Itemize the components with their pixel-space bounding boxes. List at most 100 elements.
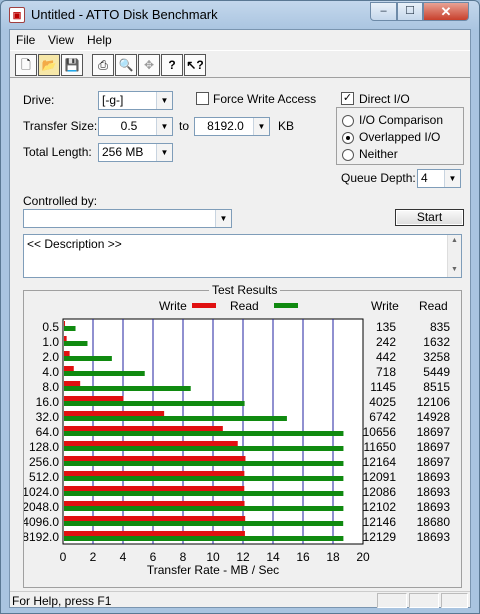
read-value: 18697 [417, 455, 451, 469]
read-value: 18693 [417, 530, 451, 544]
read-bar [64, 431, 344, 436]
drive-select[interactable]: [-g-] ▼ [98, 91, 173, 110]
write-value: 12091 [363, 470, 397, 484]
category-label: 2.0 [42, 350, 59, 364]
write-bar [64, 411, 165, 416]
drive-label: Drive: [23, 93, 55, 107]
category-label: 256.0 [29, 455, 59, 469]
x-tick-label: 2 [90, 550, 97, 564]
save-icon[interactable]: 💾 [61, 54, 83, 76]
print-preview-icon[interactable]: 🔍 [115, 54, 137, 76]
io-comparison-label: I/O Comparison [359, 113, 444, 127]
chevron-down-icon[interactable]: ▼ [444, 170, 460, 187]
write-bar [64, 426, 223, 431]
read-bar [64, 356, 112, 361]
new-icon[interactable]: 🗋 [15, 54, 37, 76]
write-value: 12146 [363, 515, 397, 529]
write-value: 4025 [369, 395, 396, 409]
test-results-group: Test Results Write Read Write Read 0.5 13… [23, 283, 462, 588]
write-value: 1145 [370, 380, 396, 394]
read-value: 18693 [417, 470, 451, 484]
write-bar [64, 396, 124, 401]
write-bar [64, 366, 74, 371]
chevron-down-icon[interactable]: ▼ [215, 210, 231, 227]
description-scrollbar[interactable]: ▲ ▼ [447, 235, 461, 277]
queue-depth-label: Queue Depth: [341, 171, 416, 185]
help-icon[interactable]: ? [161, 54, 183, 76]
legend-read-label: Read [230, 299, 259, 313]
x-tick-label: 16 [296, 550, 310, 564]
menu-bar: File View Help [10, 30, 470, 50]
queue-depth-select[interactable]: 4 ▼ [417, 169, 461, 188]
neither-label: Neither [359, 147, 398, 161]
close-button[interactable]: ✕ [423, 2, 469, 21]
category-label: 4.0 [42, 365, 59, 379]
write-value: 442 [376, 350, 396, 364]
start-button[interactable]: Start [395, 209, 464, 226]
write-value: 242 [376, 335, 396, 349]
status-text: For Help, press F1 [12, 594, 112, 608]
legend-write-swatch [192, 303, 216, 308]
menu-view[interactable]: View [48, 33, 74, 47]
controlled-by-select[interactable]: ▼ [23, 209, 232, 228]
x-tick-label: 20 [356, 550, 370, 564]
x-tick-label: 0 [60, 550, 67, 564]
category-label: 2048.0 [24, 500, 59, 514]
overlapped-io-radio[interactable] [342, 132, 354, 144]
read-bar [64, 326, 76, 331]
write-column-header: Write [371, 299, 399, 313]
minimize-button[interactable]: – [370, 2, 397, 21]
total-length-select[interactable]: 256 MB ▼ [98, 143, 173, 162]
direct-io-checkbox[interactable]: ✓ [341, 92, 354, 105]
read-bar [64, 371, 145, 376]
move-icon[interactable]: ✥ [138, 54, 160, 76]
read-bar [64, 536, 344, 541]
x-tick-label: 18 [326, 550, 340, 564]
x-tick-label: 14 [266, 550, 280, 564]
force-write-checkbox[interactable] [196, 92, 209, 105]
x-axis-label: Transfer Rate - MB / Sec [147, 563, 279, 577]
title-bar[interactable]: ▣ Untitled - ATTO Disk Benchmark – ☐ ✕ [1, 1, 479, 29]
read-bar [64, 476, 344, 481]
chevron-down-icon[interactable]: ▼ [156, 118, 172, 135]
io-comparison-radio[interactable] [342, 115, 354, 127]
neither-radio[interactable] [342, 149, 354, 161]
write-bar [64, 336, 67, 341]
transfer-size-label: Transfer Size: [23, 119, 98, 133]
chevron-down-icon[interactable]: ▼ [156, 92, 172, 109]
open-icon[interactable]: 📂 [38, 54, 60, 76]
read-column-header: Read [419, 299, 448, 313]
write-bar [64, 351, 70, 356]
window-title: Untitled - ATTO Disk Benchmark [31, 7, 218, 22]
write-bar [64, 531, 245, 536]
menu-help[interactable]: Help [87, 33, 112, 47]
overlapped-io-label: Overlapped I/O [359, 130, 441, 144]
write-value: 10656 [363, 425, 397, 439]
write-value: 718 [376, 365, 396, 379]
direct-io-label: Direct I/O [359, 92, 410, 106]
category-label: 32.0 [36, 410, 60, 424]
transfer-to-select[interactable]: 8192.0 ▼ [194, 117, 270, 136]
write-bar [64, 486, 245, 491]
category-label: 1.0 [42, 335, 59, 349]
maximize-button[interactable]: ☐ [397, 2, 423, 21]
read-bar [64, 521, 344, 526]
read-value: 18697 [417, 425, 451, 439]
chevron-down-icon[interactable]: ▼ [156, 144, 172, 161]
read-bar [64, 401, 245, 406]
transfer-from-select[interactable]: 0.5 ▼ [98, 117, 173, 136]
print-icon[interactable]: ⎙ [92, 54, 114, 76]
category-label: 8.0 [42, 380, 59, 394]
read-bar [64, 506, 344, 511]
write-bar [64, 456, 246, 461]
chevron-down-icon[interactable]: ▼ [253, 118, 269, 135]
transfer-to-value: 8192.0 [207, 119, 244, 133]
unit-label: KB [278, 119, 295, 133]
menu-file[interactable]: File [16, 33, 35, 47]
context-help-icon[interactable]: ↖? [184, 54, 206, 76]
write-value: 135 [376, 320, 396, 334]
read-value: 12106 [417, 395, 451, 409]
read-value: 835 [430, 320, 450, 334]
description-box[interactable]: << Description >> ▲ ▼ [23, 234, 462, 278]
controlled-by-label: Controlled by: [23, 194, 98, 208]
